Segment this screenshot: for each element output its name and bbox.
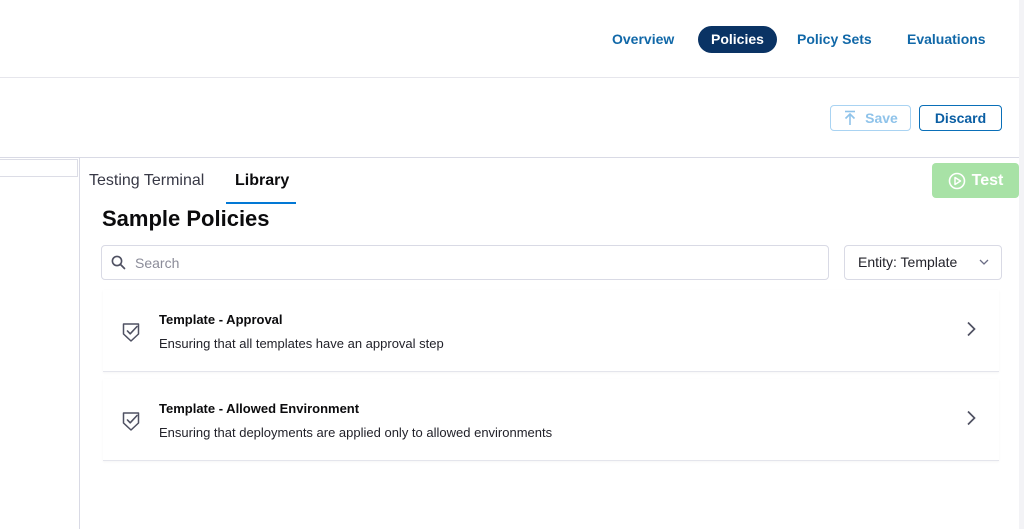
nav-overview[interactable]: Overview (612, 26, 674, 53)
policy-title: Template - Approval (159, 312, 283, 327)
discard-button-label: Discard (934, 110, 987, 126)
tab-library[interactable]: Library (235, 172, 289, 190)
entity-filter-select[interactable]: Entity: Template (844, 245, 1002, 280)
policy-editor-panel (0, 158, 80, 529)
search-input[interactable] (135, 247, 815, 278)
policy-title: Template - Allowed Environment (159, 401, 360, 416)
play-circle-icon (948, 172, 965, 189)
editor-header-bar (0, 159, 78, 177)
tab-testing-terminal[interactable]: Testing Terminal (89, 172, 204, 190)
test-button-label: Test (971, 171, 1004, 189)
save-button[interactable]: Save (830, 105, 911, 131)
scrollbar-track[interactable] (1019, 0, 1024, 529)
top-navigation-bar: Overview Policies Policy Sets Evaluation… (0, 0, 1024, 78)
save-button-label: Save (865, 110, 898, 126)
chevron-right-icon[interactable] (966, 410, 976, 426)
policy-list-item[interactable]: Template - Allowed Environment Ensuring … (103, 379, 999, 461)
nav-evaluations[interactable]: Evaluations (907, 26, 986, 53)
chevron-right-icon[interactable] (966, 321, 976, 337)
arrow-up-save-icon (845, 110, 856, 125)
search-box[interactable] (101, 245, 829, 280)
entity-filter-value: Entity: Template (858, 254, 958, 270)
policy-description: Ensuring that deployments are applied on… (159, 425, 553, 440)
search-icon (111, 255, 126, 270)
policy-description: Ensuring that all templates have an appr… (159, 336, 444, 351)
nav-policies[interactable]: Policies (698, 26, 777, 53)
chevron-down-icon (979, 259, 989, 265)
test-button[interactable]: Test (932, 163, 1019, 198)
discard-button[interactable]: Discard (919, 105, 1002, 131)
section-title: Sample Policies (102, 206, 270, 231)
policy-list-item[interactable]: Template - Approval Ensuring that all te… (103, 290, 999, 372)
shield-check-icon (122, 323, 140, 342)
shield-check-icon (122, 412, 140, 431)
tab-active-indicator (226, 202, 296, 204)
nav-policy-sets[interactable]: Policy Sets (797, 26, 872, 53)
